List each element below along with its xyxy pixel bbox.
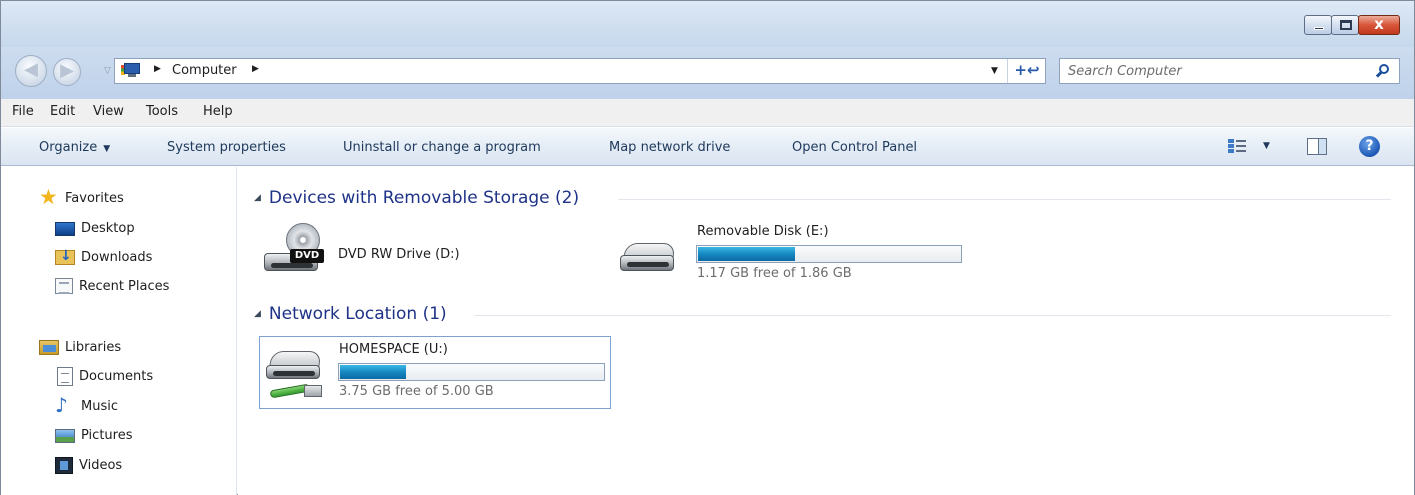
desktop-icon <box>55 221 75 236</box>
computer-icon <box>121 63 140 78</box>
group-title-removable: Devices with Removable Storage (2) <box>268 188 580 208</box>
recent-pages-dropdown-icon[interactable]: ▽ <box>104 66 111 76</box>
forward-button[interactable]: ▶ <box>53 58 81 86</box>
recent-places-icon <box>55 278 73 294</box>
nav-recent-places-label: Recent Places <box>79 278 170 294</box>
organize-dropdown-icon: ▼ <box>103 144 111 154</box>
help-icon[interactable]: ? <box>1359 136 1380 157</box>
nav-pictures[interactable]: Pictures <box>55 424 132 446</box>
removable-disk-free: 1.17 GB free of 1.86 GB <box>697 266 852 281</box>
libraries-icon <box>39 339 59 355</box>
homespace-drive-tile[interactable]: HOMESPACE (U:) 3.75 GB free of 5.00 GB <box>259 336 611 409</box>
menu-bar: File Edit View Tools Help <box>1 99 1414 127</box>
search-icon[interactable] <box>1375 63 1391 79</box>
organize-label: Organize <box>39 140 98 155</box>
command-bar: Organize ▼ System properties Uninstall or… <box>1 128 1414 166</box>
group-divider <box>618 199 1391 200</box>
view-options-dropdown-icon[interactable]: ▼ <box>1263 141 1270 151</box>
navigation-pane: Favorites Desktop Downloads Recent Place… <box>1 167 237 495</box>
homespace-free: 3.75 GB free of 5.00 GB <box>339 384 494 399</box>
film-icon <box>55 456 73 474</box>
maximize-icon <box>1340 20 1352 30</box>
collapse-arrow-icon[interactable]: ◢ <box>254 309 261 319</box>
pictures-icon <box>55 428 75 443</box>
nav-desktop-label: Desktop <box>81 220 135 236</box>
nav-videos[interactable]: Videos <box>55 454 122 476</box>
nav-downloads[interactable]: Downloads <box>55 246 152 268</box>
nav-downloads-label: Downloads <box>81 249 153 265</box>
back-arrow-icon: ◀ <box>24 59 38 80</box>
nav-favorites[interactable]: Favorites <box>39 185 124 209</box>
uninstall-program-button[interactable]: Uninstall or change a program <box>343 140 541 155</box>
address-row: ◀ ▶ ▽ ▶ Computer ▶ ▼ +↩ <box>1 47 1414 99</box>
address-dropdown-icon[interactable]: ▼ <box>991 66 998 76</box>
group-header-removable[interactable]: ◢ Devices with Removable Storage (2) <box>254 187 579 209</box>
nav-desktop[interactable]: Desktop <box>55 217 135 239</box>
organize-button[interactable]: Organize ▼ <box>39 140 110 155</box>
refresh-button[interactable]: +↩ <box>1007 59 1046 83</box>
star-icon <box>39 185 59 209</box>
menu-edit[interactable]: Edit <box>50 104 75 119</box>
system-properties-button[interactable]: System properties <box>167 140 286 155</box>
forward-arrow-icon: ▶ <box>60 60 74 81</box>
maximize-button[interactable] <box>1331 15 1359 35</box>
nav-libraries-label: Libraries <box>65 339 122 355</box>
usage-bar-homespace <box>338 363 605 381</box>
caption-buttons: x <box>1304 15 1400 35</box>
usage-bar-fill <box>340 365 406 379</box>
breadcrumb-separator-icon[interactable]: ▶ <box>154 64 161 74</box>
dvd-drive-tile[interactable]: DVD DVD RW Drive (D:) <box>262 223 582 293</box>
minimize-icon <box>1314 27 1324 30</box>
address-bar[interactable]: ▶ Computer ▶ ▼ +↩ <box>114 58 1046 84</box>
group-title-network: Network Location (1) <box>268 304 447 324</box>
usb-drive-icon <box>618 233 680 289</box>
removable-disk-tile[interactable]: Removable Disk (E:) 1.17 GB free of 1.86… <box>618 223 968 293</box>
search-box[interactable] <box>1059 58 1400 84</box>
minimize-button[interactable] <box>1304 15 1332 35</box>
usage-bar-fill <box>698 247 795 261</box>
title-bar[interactable]: x <box>1 1 1414 47</box>
usage-bar-removable <box>696 245 962 263</box>
content-pane: ◢ Devices with Removable Storage (2) DVD… <box>238 167 1414 495</box>
nav-documents[interactable]: Documents <box>55 365 153 387</box>
back-button[interactable]: ◀ <box>15 55 47 87</box>
search-input[interactable] <box>1068 62 1358 80</box>
music-note-icon <box>55 393 75 417</box>
dvd-drive-name: DVD RW Drive (D:) <box>338 247 460 262</box>
removable-disk-name: Removable Disk (E:) <box>697 224 829 239</box>
dvd-badge: DVD <box>290 249 324 263</box>
menu-help[interactable]: Help <box>203 104 233 119</box>
close-button[interactable]: x <box>1358 15 1400 35</box>
breadcrumb-computer[interactable]: Computer <box>172 63 237 78</box>
menu-file[interactable]: File <box>12 104 34 119</box>
group-header-network[interactable]: ◢ Network Location (1) <box>254 303 447 325</box>
menu-tools[interactable]: Tools <box>146 104 178 119</box>
menu-view[interactable]: View <box>93 104 124 119</box>
change-view-icon[interactable] <box>1228 138 1246 154</box>
nav-recent-places[interactable]: Recent Places <box>55 275 169 297</box>
homespace-name: HOMESPACE (U:) <box>339 342 448 357</box>
dvd-drive-icon: DVD <box>262 223 324 279</box>
collapse-arrow-icon[interactable]: ◢ <box>254 193 261 203</box>
open-control-panel-button[interactable]: Open Control Panel <box>792 140 917 155</box>
documents-icon <box>57 366 73 386</box>
close-icon: x <box>1374 15 1384 33</box>
map-network-drive-button[interactable]: Map network drive <box>609 140 730 155</box>
nav-pictures-label: Pictures <box>81 427 133 443</box>
breadcrumb-chevron-icon[interactable]: ▶ <box>252 64 259 74</box>
preview-pane-icon[interactable] <box>1307 138 1327 155</box>
nav-music-label: Music <box>81 398 118 414</box>
network-drive-icon <box>264 347 326 403</box>
nav-libraries[interactable]: Libraries <box>39 336 121 358</box>
explorer-window: x ◀ ▶ ▽ ▶ Computer ▶ ▼ +↩ File Edit View… <box>0 0 1415 495</box>
downloads-folder-icon <box>55 248 75 265</box>
nav-favorites-label: Favorites <box>65 190 124 206</box>
nav-videos-label: Videos <box>79 457 123 473</box>
nav-music[interactable]: Music <box>55 393 118 417</box>
nav-documents-label: Documents <box>79 368 154 384</box>
group-divider <box>474 315 1391 316</box>
